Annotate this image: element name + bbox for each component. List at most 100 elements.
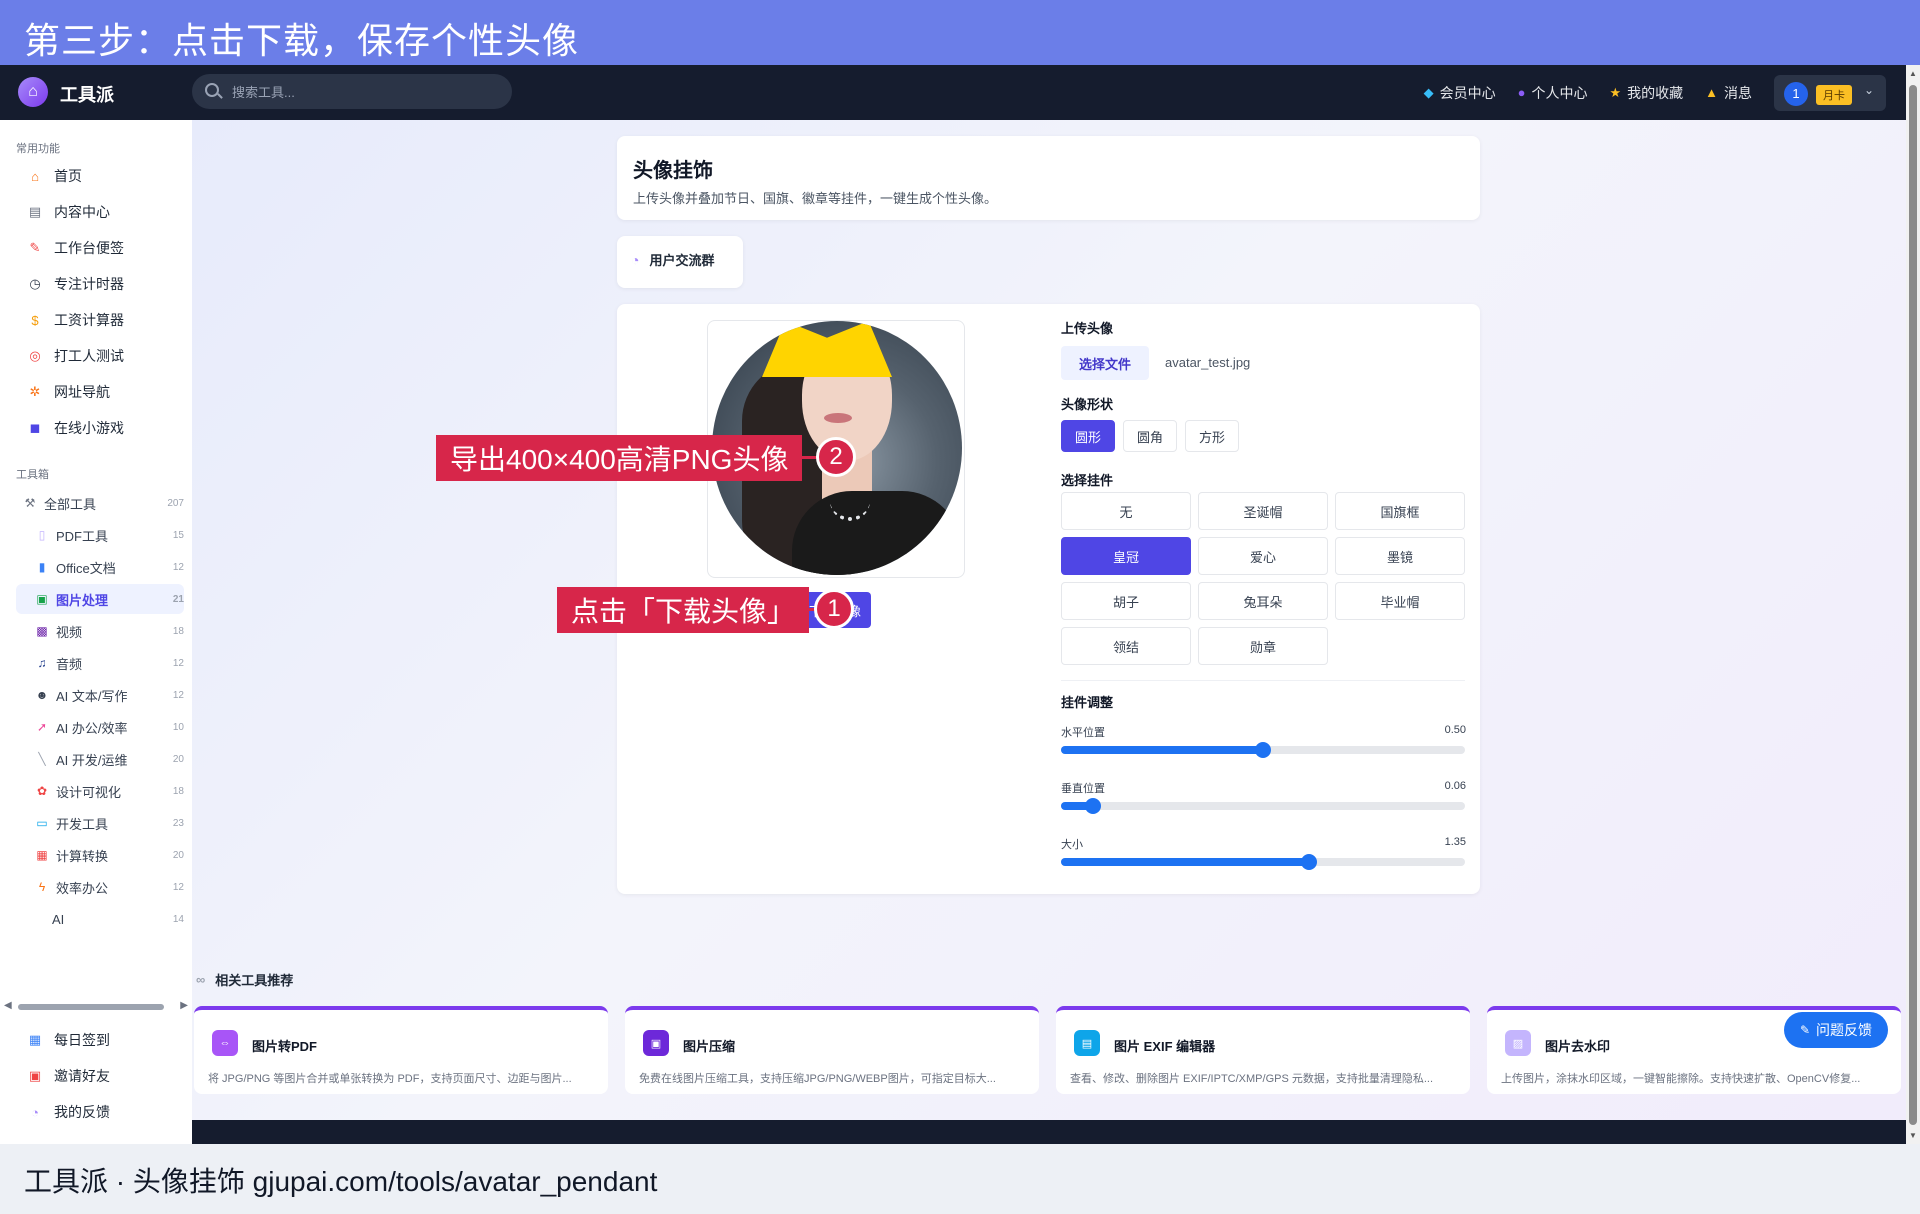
pendant-crown-button[interactable]: 皇冠 (1061, 537, 1191, 575)
related-card-exif[interactable]: ▤ 图片 EXIF 编辑器 查看、修改、删除图片 EXIF/IPTC/XMP/G… (1056, 1006, 1470, 1094)
slider-handle[interactable] (1300, 854, 1317, 870)
sidebar-item-ai-writing[interactable]: ☻ AI 文本/写作 12 (16, 680, 184, 710)
sidebar: 常用功能 ⌂ 首页 ▤ 内容中心 ✎ 工作台便签 ◷ 专注计时器 $ 工资计算器 ◎ 打工人… (0, 120, 192, 1144)
compress-icon: ▣ (643, 1030, 669, 1056)
tool-count: 15 (172, 529, 184, 541)
pdf-icon: ⇔ (212, 1030, 238, 1056)
sidebar-item-feedback[interactable]: ◔ 我的反馈 (26, 1102, 110, 1122)
sidebar-item-label: AI (52, 911, 65, 927)
pendant-bunny-ears-button[interactable]: 兔耳朵 (1198, 582, 1328, 620)
tool-count: 12 (172, 561, 184, 573)
pendant-grad-cap-button[interactable]: 毕业帽 (1335, 582, 1465, 620)
sidebar-item-test[interactable]: ◎ 打工人测试 (26, 346, 124, 366)
lightning-icon: ϟ (38, 880, 46, 894)
page-scrollbar[interactable]: ▲ ▼ (1906, 65, 1920, 1144)
memo-icon: ✎ (29, 240, 41, 255)
slider-vertical[interactable] (1061, 798, 1465, 814)
sidebar-item-ai-office[interactable]: ➚ AI 办公/效率 10 (16, 712, 184, 742)
sidebar-item-all-tools[interactable]: ⚒ 全部工具 207 (16, 488, 184, 518)
watermark-icon: ▨ (1505, 1030, 1531, 1056)
slider-handle[interactable] (1085, 798, 1102, 814)
link-icon: ∞ (196, 972, 206, 987)
brand-name[interactable]: 工具派 (60, 81, 114, 107)
pendant-bowtie-button[interactable]: 领结 (1061, 627, 1191, 665)
sidebar-item-nav[interactable]: ✲ 网址导航 (26, 382, 110, 402)
image-icon: ▤ (1074, 1030, 1100, 1056)
scrollbar-thumb[interactable] (1909, 85, 1917, 1125)
sidebar-item-pdf[interactable]: ▯ PDF工具 15 (16, 520, 184, 550)
sidebar-item-dev[interactable]: ▭ 开发工具 23 (16, 808, 184, 838)
annotation-download: 点击「下载头像」 (557, 587, 810, 633)
sidebar-item-label: 全部工具 (44, 496, 97, 512)
nav-favorites[interactable]: ★ 我的收藏 (1609, 83, 1683, 103)
search-icon (205, 83, 219, 97)
related-card-compress[interactable]: ▣ 图片压缩 免费在线图片压缩工具，支持压缩JPG/PNG/WEBP图片，可指定… (625, 1006, 1039, 1094)
choose-file-button[interactable]: 选择文件 (1061, 346, 1149, 380)
sidebar-item-checkin[interactable]: ▦ 每日签到 (26, 1030, 110, 1050)
sidebar-scrollbar[interactable]: ◀ ▶ (4, 1000, 188, 1012)
feedback-button[interactable]: ✎ 问题反馈 (1784, 1012, 1888, 1048)
page-footer (192, 1120, 1906, 1144)
sidebar-item-efficiency[interactable]: ϟ 效率办公 12 (16, 872, 184, 902)
diamond-icon: ◆ (1423, 84, 1434, 100)
pendant-heart-button[interactable]: 爱心 (1198, 537, 1328, 575)
sidebar-item-games[interactable]: ◼ 在线小游戏 (26, 418, 124, 438)
scroll-left-icon[interactable]: ◀ (4, 1000, 12, 1011)
scrollbar-thumb[interactable] (18, 1004, 164, 1010)
newspaper-icon: ▤ (28, 204, 42, 219)
related-card-title: 图片转PDF (252, 1039, 318, 1054)
pendant-santa-hat-button[interactable]: 圣诞帽 (1198, 492, 1328, 530)
page-header-card: 头像挂饰 上传头像并叠加节日、国旗、徽章等挂件，一键生成个性头像。 (617, 136, 1480, 220)
sidebar-item-content[interactable]: ▤ 内容中心 (26, 202, 110, 222)
main-content: 头像挂饰 上传头像并叠加节日、国旗、徽章等挂件，一键生成个性头像。 ◔ 用户交流群… (192, 120, 1906, 1120)
tool-count: 23 (172, 817, 184, 829)
pendant-none-button[interactable]: 无 (1061, 492, 1191, 530)
related-card-desc: 上传图片，涂抹水印区域，一键智能擦除。支持快速扩散、OpenCV修复... (1501, 1073, 1861, 1085)
pendant-sunglasses-button[interactable]: 墨镜 (1335, 537, 1465, 575)
nav-vip[interactable]: ◆ 会员中心 (1424, 83, 1496, 103)
shape-circle-button[interactable]: 圆形 (1061, 420, 1115, 452)
sidebar-item-audio[interactable]: ♫ 音频 12 (16, 648, 185, 678)
pendant-mustache-button[interactable]: 胡子 (1061, 582, 1191, 620)
search-box[interactable] (192, 74, 512, 109)
tools-icon: ⚒ (24, 496, 36, 510)
sidebar-item-design[interactable]: ✿ 设计可视化 18 (16, 776, 184, 806)
scroll-up-icon[interactable]: ▲ (1909, 69, 1917, 78)
compass-icon: ✲ (29, 384, 41, 399)
sidebar-item-label: AI 文本/写作 (56, 688, 128, 704)
related-card-title: 图片压缩 (683, 1039, 736, 1054)
user-menu[interactable]: 1 月卡 ⌄ (1774, 74, 1886, 111)
sidebar-item-label: 视频 (56, 624, 83, 640)
user-group-label: 用户交流群 (649, 253, 715, 268)
nav-messages[interactable]: ▲ 消息 (1705, 83, 1752, 103)
sidebar-item-video[interactable]: ▩ 视频 18 (16, 616, 184, 646)
shape-rounded-button[interactable]: 圆角 (1123, 420, 1177, 452)
pendant-flag-frame-button[interactable]: 国旗框 (1335, 492, 1465, 530)
logo-icon[interactable]: ⌂ (18, 77, 48, 107)
user-group-button[interactable]: ◔ 用户交流群 (617, 236, 743, 288)
shape-square-button[interactable]: 方形 (1185, 420, 1239, 452)
sidebar-item-home[interactable]: ⌂ 首页 (26, 166, 82, 186)
sidebar-item-notes[interactable]: ✎ 工作台便签 (26, 238, 124, 258)
scroll-right-icon[interactable]: ▶ (180, 1000, 188, 1011)
sidebar-item-label: AI 办公/效率 (56, 720, 128, 736)
sidebar-item-image[interactable]: ▣ 图片处理 21 (16, 584, 184, 614)
nav-profile[interactable]: ● 个人中心 (1518, 83, 1588, 103)
search-input[interactable] (232, 82, 492, 102)
sidebar-item-salary[interactable]: $ 工资计算器 (26, 310, 124, 330)
slider-horizontal[interactable] (1061, 742, 1465, 758)
slider-size[interactable] (1061, 854, 1465, 870)
scroll-down-icon[interactable]: ▼ (1909, 1131, 1917, 1140)
sidebar-item-invite[interactable]: ▣ 邀请好友 (26, 1066, 110, 1086)
sidebar-item-office[interactable]: ▮ Office文档 12 (16, 552, 184, 582)
sidebar-item-timer[interactable]: ◷ 专注计时器 (26, 274, 124, 294)
sidebar-item-ai[interactable]: AI 14 (16, 904, 184, 934)
pendant-medal-button[interactable]: 勋章 (1198, 627, 1328, 665)
bottom-caption: 工具派 · 头像挂饰 gjupai.com/tools/avatar_penda… (24, 1166, 658, 1197)
sidebar-item-ai-dev[interactable]: ╲ AI 开发/运维 20 (16, 744, 184, 774)
sidebar-item-calc[interactable]: ▦ 计算转换 20 (16, 840, 184, 870)
calendar-icon: ▦ (28, 1032, 42, 1047)
related-card-img2pdf[interactable]: ⇔ 图片转PDF 将 JPG/PNG 等图片合并或单张转换为 PDF，支持页面尺… (194, 1006, 608, 1094)
slider-handle[interactable] (1255, 742, 1271, 758)
sidebar-item-label: 图片处理 (56, 592, 109, 608)
